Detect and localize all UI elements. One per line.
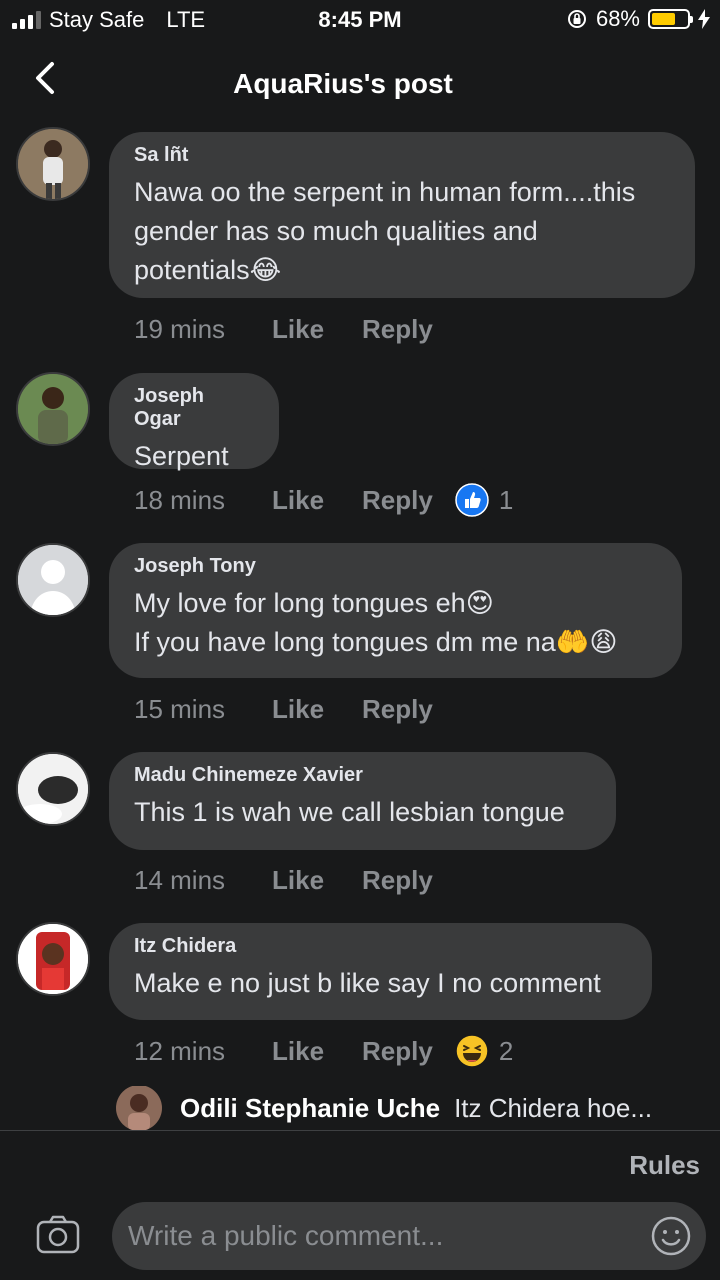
comment-author[interactable]: Madu Chinemeze Xavier bbox=[134, 764, 590, 787]
like-button[interactable]: Like bbox=[272, 694, 362, 725]
comment-text: Nawa oo the serpent in human form....thi… bbox=[134, 177, 636, 285]
status-bar: Stay Safe LTE 8:45 PM 68% bbox=[0, 0, 720, 40]
comment-time: 14 mins bbox=[134, 864, 226, 895]
avatar[interactable] bbox=[16, 543, 90, 617]
avatar[interactable] bbox=[16, 752, 90, 826]
comment-actions: 14 mins Like Reply bbox=[134, 860, 433, 900]
like-button[interactable]: Like bbox=[272, 865, 362, 896]
comment-bubble[interactable]: Joseph Tony My love for long tongues eh😍… bbox=[109, 543, 682, 678]
like-button[interactable]: Like bbox=[272, 1036, 362, 1067]
avatar[interactable] bbox=[16, 127, 90, 201]
reaction-count: 1 bbox=[498, 484, 514, 515]
charging-icon bbox=[698, 9, 710, 29]
avatar[interactable] bbox=[16, 372, 90, 446]
reaction-summary[interactable]: 1 bbox=[455, 483, 513, 517]
page-title: AquaRius's post bbox=[233, 68, 453, 99]
comment-time: 18 mins bbox=[134, 484, 226, 515]
battery-icon bbox=[648, 9, 693, 29]
comment-actions: 12 mins Like Reply 2 bbox=[134, 1031, 513, 1071]
divider bbox=[0, 1130, 720, 1131]
comment-input[interactable]: Write a public comment... bbox=[112, 1202, 706, 1270]
comment-placeholder: Write a public comment... bbox=[128, 1220, 444, 1251]
comment-bubble[interactable]: Itz Chidera Make e no just b like say I … bbox=[109, 923, 652, 1020]
avatar bbox=[116, 1086, 162, 1130]
rules-link[interactable]: Rules bbox=[629, 1150, 700, 1181]
comment-author[interactable]: Sa lñt bbox=[134, 144, 669, 167]
camera-icon[interactable] bbox=[36, 1214, 80, 1254]
comment-actions: 18 mins Like Reply 1 bbox=[134, 480, 513, 520]
reply-button[interactable]: Reply bbox=[362, 865, 433, 896]
comment-text: My love for long tongues eh😍 If you have… bbox=[134, 588, 618, 657]
battery-percent: 68% bbox=[595, 6, 640, 31]
reaction-count: 2 bbox=[498, 1035, 514, 1066]
comment-author[interactable]: Joseph Tony bbox=[134, 555, 656, 578]
reaction-summary[interactable]: 2 bbox=[455, 1034, 513, 1068]
comment-actions: 15 mins Like Reply bbox=[134, 689, 433, 729]
reply-preview[interactable]: Odili Stephanie Uche Itz Chidera hoe... bbox=[116, 1086, 716, 1130]
reply-text: Itz Chidera hoe... bbox=[454, 1092, 653, 1123]
haha-reaction-icon bbox=[455, 1034, 489, 1068]
comment-time: 15 mins bbox=[134, 693, 226, 724]
comment-author[interactable]: Itz Chidera bbox=[134, 935, 626, 958]
comment-bubble[interactable]: Joseph Ogar Serpent bbox=[109, 373, 279, 471]
like-reaction-icon bbox=[455, 483, 489, 517]
comment-text: Make e no just b like say I no comment bbox=[134, 968, 601, 998]
like-button[interactable]: Like bbox=[272, 314, 362, 345]
comment-text: Serpent bbox=[134, 441, 229, 471]
comment-bubble[interactable]: Sa lñt Nawa oo the serpent in human form… bbox=[109, 132, 695, 298]
reply-button[interactable]: Reply bbox=[362, 314, 433, 345]
reply-author[interactable]: Odili Stephanie Uche bbox=[180, 1093, 440, 1124]
orientation-lock-icon bbox=[567, 10, 586, 28]
comment-bubble[interactable]: Madu Chinemeze Xavier This 1 is wah we c… bbox=[109, 752, 616, 850]
header: AquaRius's post bbox=[0, 50, 720, 120]
emoji-icon[interactable] bbox=[650, 1215, 692, 1257]
comment-time: 19 mins bbox=[134, 313, 226, 344]
comment-author[interactable]: Joseph Ogar bbox=[134, 385, 253, 431]
reply-button[interactable]: Reply bbox=[362, 485, 433, 516]
like-button[interactable]: Like bbox=[272, 485, 362, 516]
reply-button[interactable]: Reply bbox=[362, 694, 433, 725]
reply-button[interactable]: Reply bbox=[362, 1036, 433, 1067]
avatar[interactable] bbox=[16, 922, 90, 996]
comment-actions: 19 mins Like Reply bbox=[134, 309, 433, 349]
comment-time: 12 mins bbox=[134, 1035, 226, 1066]
comment-text: This 1 is wah we call lesbian tongue bbox=[134, 797, 565, 827]
